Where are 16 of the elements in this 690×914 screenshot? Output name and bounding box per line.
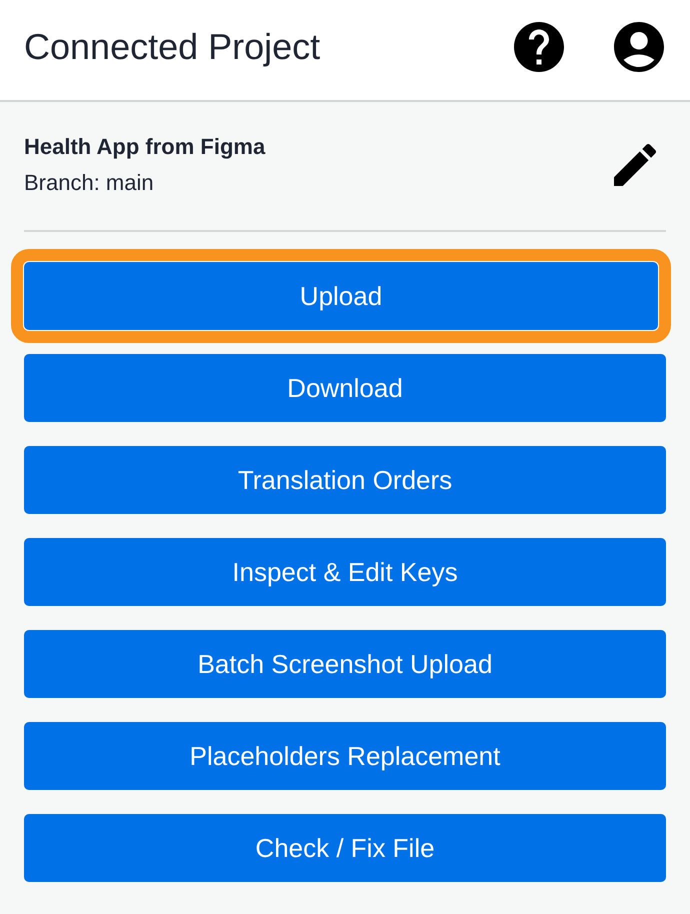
help-icon	[514, 22, 564, 72]
action-button[interactable]: Upload	[24, 262, 658, 330]
project-name: Health App from Figma	[24, 133, 266, 161]
action-button[interactable]: Check / Fix File	[24, 814, 666, 882]
account-button[interactable]	[614, 22, 664, 72]
action-button[interactable]: Placeholders Replacement	[24, 722, 666, 790]
pencil-icon	[614, 144, 656, 186]
edit-button[interactable]	[614, 144, 656, 186]
branch-label: Branch: main	[24, 169, 155, 197]
user-icon	[614, 22, 664, 72]
help-button[interactable]	[514, 22, 564, 72]
action-button[interactable]: Inspect & Edit Keys	[24, 538, 666, 606]
action-button[interactable]: Translation Orders	[24, 446, 666, 514]
action-button[interactable]: Batch Screenshot Upload	[24, 630, 666, 698]
action-button[interactable]: Download	[24, 354, 666, 422]
page-title: Connected Project	[24, 26, 322, 68]
